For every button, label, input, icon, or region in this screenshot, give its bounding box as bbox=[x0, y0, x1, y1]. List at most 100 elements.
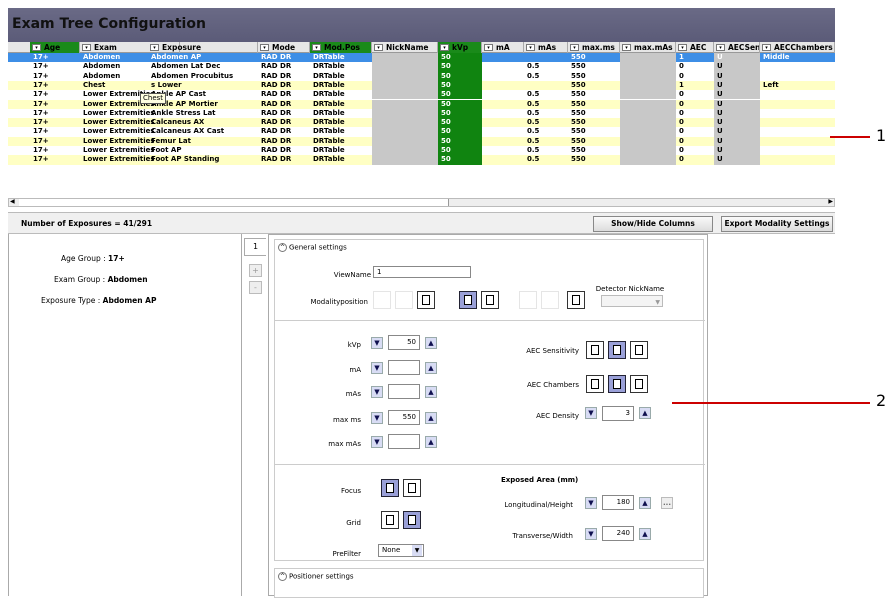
table-cell-aecchambers[interactable] bbox=[760, 146, 835, 155]
table-cell-mode[interactable]: RAD DR bbox=[258, 109, 310, 118]
scroll-left-icon[interactable]: ◀ bbox=[10, 198, 15, 205]
table-cell-kvp[interactable]: 50 bbox=[438, 62, 482, 72]
table-cell-max-mas[interactable] bbox=[620, 99, 676, 109]
filter-dropdown-icon[interactable]: ▾ bbox=[440, 44, 449, 51]
table-cell-nickname[interactable] bbox=[372, 80, 438, 91]
table-cell-kvp[interactable]: 50 bbox=[438, 118, 482, 128]
table-cell-age[interactable]: 17+ bbox=[30, 109, 80, 118]
table-cell-aec[interactable]: 0 bbox=[676, 118, 714, 127]
table-cell-max-mas[interactable] bbox=[620, 62, 676, 72]
table-cell-mod-pos[interactable]: DRTable bbox=[310, 53, 372, 62]
table-cell-max-mas[interactable] bbox=[620, 90, 676, 100]
table-row[interactable]: 17+ Chest s Lower RAD DR DRTable 50 550 1 U Left bbox=[8, 80, 835, 91]
detector-nickname-select[interactable]: ▼ bbox=[601, 295, 663, 307]
longitudinal-down-button[interactable]: ▼ bbox=[585, 497, 597, 509]
table-cell-ma[interactable] bbox=[482, 72, 524, 81]
table-cell-aec[interactable]: 0 bbox=[676, 109, 714, 118]
table-cell-nickname[interactable] bbox=[372, 71, 438, 81]
table-cell-aecsen[interactable]: U bbox=[714, 136, 760, 146]
table-cell-max-mas[interactable] bbox=[620, 71, 676, 81]
table-cell-mode[interactable]: RAD DR bbox=[258, 62, 310, 71]
table-row[interactable]: 17+ Lower Extremities Ankle AP Mortier RAD … bbox=[8, 99, 835, 109]
table-cell-aecsen[interactable]: U bbox=[714, 108, 760, 119]
table-cell-mas[interactable]: 0.5 bbox=[524, 137, 568, 146]
table-cell-max-mas[interactable] bbox=[620, 108, 676, 119]
table-cell-max-mas[interactable] bbox=[620, 146, 676, 156]
no-grid-icon[interactable] bbox=[381, 511, 399, 529]
table-cell-mod-pos[interactable]: DRTable bbox=[310, 127, 372, 136]
focus-small-icon[interactable] bbox=[403, 479, 421, 497]
column-header-age[interactable]: ▾ Age bbox=[30, 42, 80, 53]
maxmas-up-button[interactable]: ▲ bbox=[425, 436, 437, 448]
table-cell-mode[interactable]: RAD DR bbox=[258, 72, 310, 81]
table-cell-kvp[interactable]: 50 bbox=[438, 80, 482, 91]
table-cell-kvp[interactable]: 50 bbox=[438, 71, 482, 81]
more-options-button[interactable]: ... bbox=[661, 497, 673, 509]
filter-dropdown-icon[interactable]: ▾ bbox=[312, 44, 321, 51]
table-row[interactable]: 17+ Lower Extremities Ankle Stress Lat RAD … bbox=[8, 108, 835, 119]
table-cell-mode[interactable]: RAD DR bbox=[258, 146, 310, 155]
filter-dropdown-icon[interactable]: ▾ bbox=[374, 44, 383, 51]
table-row[interactable]: 17+ Lower Extremities Calcaneus AX Cast RAD… bbox=[8, 127, 835, 137]
table-cell-kvp[interactable]: 50 bbox=[438, 136, 482, 146]
table-cell-nickname[interactable] bbox=[372, 136, 438, 146]
scroll-right-icon[interactable]: ▶ bbox=[828, 198, 833, 205]
table-cell-aecsen[interactable]: U bbox=[714, 80, 760, 91]
table-cell-mod-pos[interactable]: DRTable bbox=[310, 137, 372, 146]
dropdown-arrow-icon[interactable]: ▼ bbox=[412, 545, 422, 556]
table-cell-max-mas[interactable] bbox=[620, 118, 676, 128]
table-cell-max-ms[interactable]: 550 bbox=[568, 146, 620, 155]
table-cell-max-ms[interactable]: 550 bbox=[568, 62, 620, 71]
maxmas-input[interactable] bbox=[388, 434, 420, 449]
tab-view-1[interactable]: 1 bbox=[244, 238, 266, 256]
dr-table-icon[interactable] bbox=[417, 291, 435, 309]
table-cell-mod-pos[interactable]: DRTable bbox=[310, 109, 372, 118]
table-cell-exposure[interactable]: Ankle Stress Lat bbox=[148, 109, 258, 118]
table-cell-mas[interactable]: 0.5 bbox=[524, 72, 568, 81]
table-cell-aec[interactable]: 0 bbox=[676, 146, 714, 155]
table-cell-nickname[interactable] bbox=[372, 53, 438, 63]
table-cell-aecsen[interactable]: U bbox=[714, 99, 760, 109]
aec-sensitivity-high-icon[interactable] bbox=[630, 341, 648, 359]
aec-sensitivity-medium-icon[interactable] bbox=[608, 341, 626, 359]
table-cell-aecsen[interactable]: U bbox=[714, 62, 760, 72]
collapse-icon[interactable]: ^ bbox=[278, 243, 287, 252]
positioner-settings-toggle[interactable]: ^ Positioner settings bbox=[278, 572, 354, 581]
column-header-nickname[interactable]: ▾ NickName bbox=[372, 42, 438, 53]
table-cell-mod-pos[interactable]: DRTable bbox=[310, 100, 372, 109]
scroll-thumb[interactable] bbox=[19, 199, 449, 206]
table-cell-kvp[interactable]: 50 bbox=[438, 90, 482, 100]
filter-dropdown-icon[interactable]: ▾ bbox=[762, 44, 771, 51]
kvp-up-button[interactable]: ▲ bbox=[425, 337, 437, 349]
aec-density-input[interactable]: 3 bbox=[602, 406, 634, 421]
mas-down-button[interactable]: ▼ bbox=[371, 386, 383, 398]
table-cell-aecsen[interactable]: U bbox=[714, 118, 760, 128]
table-cell-ma[interactable] bbox=[482, 53, 524, 62]
table-cell-max-mas[interactable] bbox=[620, 155, 676, 165]
longitudinal-up-button[interactable]: ▲ bbox=[639, 497, 651, 509]
table-cell-nickname[interactable] bbox=[372, 127, 438, 137]
table-cell-exposure[interactable]: Abdomen Procubitus bbox=[148, 72, 258, 81]
table-cell-aec[interactable]: 0 bbox=[676, 100, 714, 109]
table-cell-mas[interactable]: 0.5 bbox=[524, 109, 568, 118]
table-cell-ma[interactable] bbox=[482, 90, 524, 99]
table-cell-max-mas[interactable] bbox=[620, 53, 676, 63]
aec-chamber-middle-icon[interactable] bbox=[608, 375, 626, 393]
general-settings-toggle[interactable]: ^ General settings bbox=[278, 243, 347, 252]
ma-input[interactable] bbox=[388, 360, 420, 375]
table-cell-max-ms[interactable]: 550 bbox=[568, 127, 620, 136]
aec-density-down-button[interactable]: ▼ bbox=[585, 407, 597, 419]
table-cell-age[interactable]: 17+ bbox=[30, 90, 80, 99]
table-cell-max-ms[interactable]: 550 bbox=[568, 155, 620, 164]
table-cell-exposure[interactable]: Femur Lat bbox=[148, 137, 258, 146]
table-cell-aecchambers[interactable] bbox=[760, 90, 835, 99]
table-cell-mod-pos[interactable]: DRTable bbox=[310, 118, 372, 127]
table-row[interactable]: 17+ Lower Extremities Ankle AP Cast RAD DR D… bbox=[8, 90, 835, 100]
table-cell-mod-pos[interactable]: DRTable bbox=[310, 81, 372, 90]
table-cell-exposure[interactable]: s Lower bbox=[148, 81, 258, 90]
table-cell-nickname[interactable] bbox=[372, 90, 438, 100]
table-cell-nickname[interactable] bbox=[372, 108, 438, 119]
table-cell-aecchambers[interactable] bbox=[760, 155, 835, 164]
table-cell-aecchambers[interactable] bbox=[760, 137, 835, 146]
filter-dropdown-icon[interactable]: ▾ bbox=[150, 44, 159, 51]
